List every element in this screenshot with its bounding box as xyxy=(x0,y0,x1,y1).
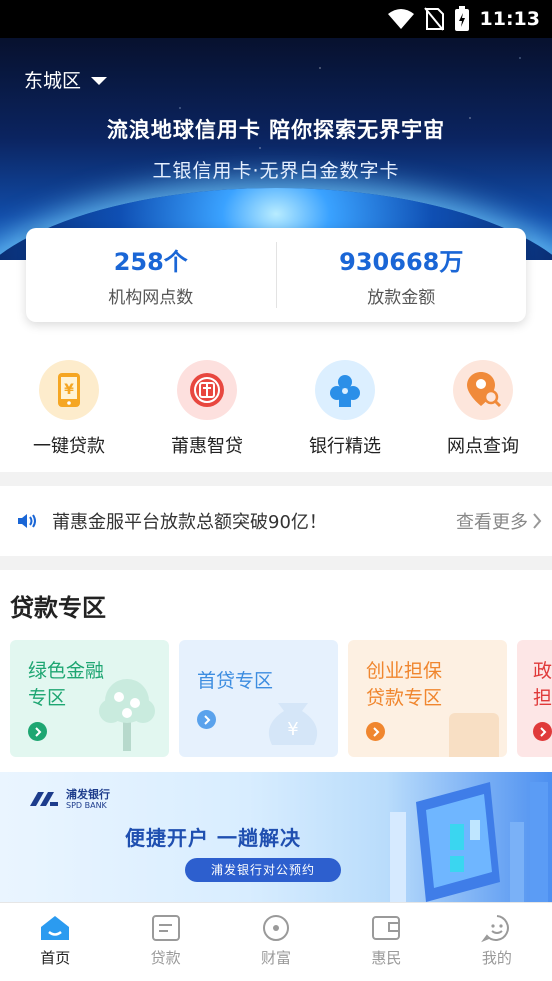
bank-select-icon xyxy=(315,360,375,420)
view-more-label: 查看更多 xyxy=(456,512,528,533)
speaker-icon xyxy=(18,514,36,528)
quick-action-one-click-loan[interactable]: ¥ 一键贷款 xyxy=(0,360,138,460)
stat-value: 258个 xyxy=(113,248,188,276)
nav-label: 贷款 xyxy=(150,949,181,967)
stat-branches[interactable]: 258个 机构网点数 xyxy=(26,228,276,322)
bank-name-en: SPD BANK xyxy=(66,800,107,810)
district-selector[interactable]: 东城区 xyxy=(24,66,108,93)
profile-icon xyxy=(480,915,509,943)
hero-banner[interactable]: 东城区 流浪地球信用卡 陪你探索无界宇宙 工银信用卡·无界白金数字卡 xyxy=(0,38,552,260)
bank-name: 浦发银行 xyxy=(66,787,110,801)
arrow-right-icon xyxy=(533,722,552,741)
spd-logo-icon xyxy=(30,792,58,806)
stat-value: 930668万 xyxy=(339,248,464,276)
nav-label: 财富 xyxy=(261,949,292,967)
stat-label: 放款金额 xyxy=(367,288,436,308)
quick-action-bank-select[interactable]: 银行精选 xyxy=(276,360,414,460)
status-time: 11:13 xyxy=(479,8,540,30)
hero-subtitle: 工银信用卡·无界白金数字卡 xyxy=(152,160,400,182)
nav-label: 首页 xyxy=(40,949,71,967)
spd-bank-logo: 浦发银行 SPD BANK xyxy=(28,788,110,810)
svg-text:¥: ¥ xyxy=(64,382,74,398)
notice-bar[interactable]: 莆惠金服平台放款总额突破90亿！ 查看更多 xyxy=(0,486,552,556)
loan-card-title-line: 政 xyxy=(533,660,552,682)
quick-actions: ¥ 一键贷款 莆惠智贷 银行精选 网点查询 xyxy=(0,360,552,460)
nav-wealth[interactable]: 财富 xyxy=(221,903,331,981)
nav-label: 我的 xyxy=(481,949,512,967)
appointment-button[interactable]: 浦发银行对公预约 xyxy=(185,858,341,882)
stat-label: 机构网点数 xyxy=(108,288,194,308)
quick-action-label: 一键贷款 xyxy=(33,436,105,457)
nav-profile[interactable]: 我的 xyxy=(442,903,552,981)
stat-loan-amount[interactable]: 930668万 放款金额 xyxy=(277,228,527,322)
quick-action-smart-loan[interactable]: 莆惠智贷 xyxy=(138,360,276,460)
loan-badge-icon xyxy=(177,360,237,420)
loan-card-title-line: 创业担保 xyxy=(366,660,443,682)
nav-benefit[interactable]: 惠民 xyxy=(331,903,441,981)
loan-card-title: 政 担 xyxy=(533,658,552,712)
loan-card-startup-guarantee[interactable]: 创业担保 贷款专区 xyxy=(348,640,507,757)
money-bag-icon: ¥ xyxy=(268,703,318,745)
startup-decoration xyxy=(449,713,499,757)
loan-card-title: 创业担保 贷款专区 xyxy=(366,658,442,712)
wifi-icon xyxy=(387,9,414,29)
loan-card-first-loan[interactable]: 首贷专区 ¥ xyxy=(179,640,338,757)
quick-action-label: 莆惠智贷 xyxy=(171,436,243,457)
view-more-link[interactable]: 查看更多 xyxy=(456,508,542,534)
section-divider xyxy=(0,472,552,486)
benefit-card-icon xyxy=(372,916,401,940)
arrow-right-icon xyxy=(366,722,385,741)
loan-card-title-line: 贷款专区 xyxy=(366,687,443,709)
section-title: 贷款专区 xyxy=(10,594,106,622)
status-icons: 11:13 xyxy=(387,6,540,32)
promo-banner[interactable]: 浦发银行 SPD BANK 便捷开户 一趟解决 浦发银行对公预约 xyxy=(0,772,552,902)
quick-action-label: 银行精选 xyxy=(309,436,381,457)
loan-card-green-finance[interactable]: 绿色金融 专区 xyxy=(10,640,169,757)
buildings-illustration xyxy=(390,782,548,902)
district-label: 东城区 xyxy=(24,70,82,92)
arrow-right-icon xyxy=(197,710,216,729)
svg-text:¥: ¥ xyxy=(287,719,298,740)
nav-home[interactable]: 首页 xyxy=(0,903,110,981)
caret-down-icon xyxy=(91,76,108,85)
money-tree-icon xyxy=(99,679,155,751)
banner-slogan: 便捷开户 一趟解决 xyxy=(125,826,301,850)
quick-action-branch-search[interactable]: 网点查询 xyxy=(414,360,552,460)
loan-card-government[interactable]: 政 担 xyxy=(517,640,552,757)
no-sim-icon xyxy=(423,7,444,31)
battery-charging-icon xyxy=(454,6,469,31)
wealth-icon xyxy=(263,915,290,941)
chevron-right-icon xyxy=(533,513,542,529)
notice-text: 莆惠金服平台放款总额突破90亿！ xyxy=(52,512,327,533)
nav-loan[interactable]: 贷款 xyxy=(110,903,220,981)
home-icon xyxy=(41,916,70,940)
location-search-icon xyxy=(453,360,513,420)
phone-yen-icon: ¥ xyxy=(39,360,99,420)
bottom-nav: 首页 贷款 财富 惠民 我的 xyxy=(0,902,552,981)
stats-card: 258个 机构网点数 930668万 放款金额 xyxy=(26,228,526,322)
section-divider xyxy=(0,556,552,570)
loan-card-title-line: 担 xyxy=(533,687,552,709)
loan-doc-icon xyxy=(151,915,180,941)
nav-label: 惠民 xyxy=(371,949,402,967)
status-bar: 11:13 xyxy=(0,0,552,38)
loan-cards: 绿色金融 专区 首贷专区 ¥ 创业担保 贷款专区 政 担 xyxy=(10,640,552,757)
arrow-right-icon xyxy=(28,722,47,741)
quick-action-label: 网点查询 xyxy=(447,436,519,457)
hero-title: 流浪地球信用卡 陪你探索无界宇宙 xyxy=(106,118,446,142)
